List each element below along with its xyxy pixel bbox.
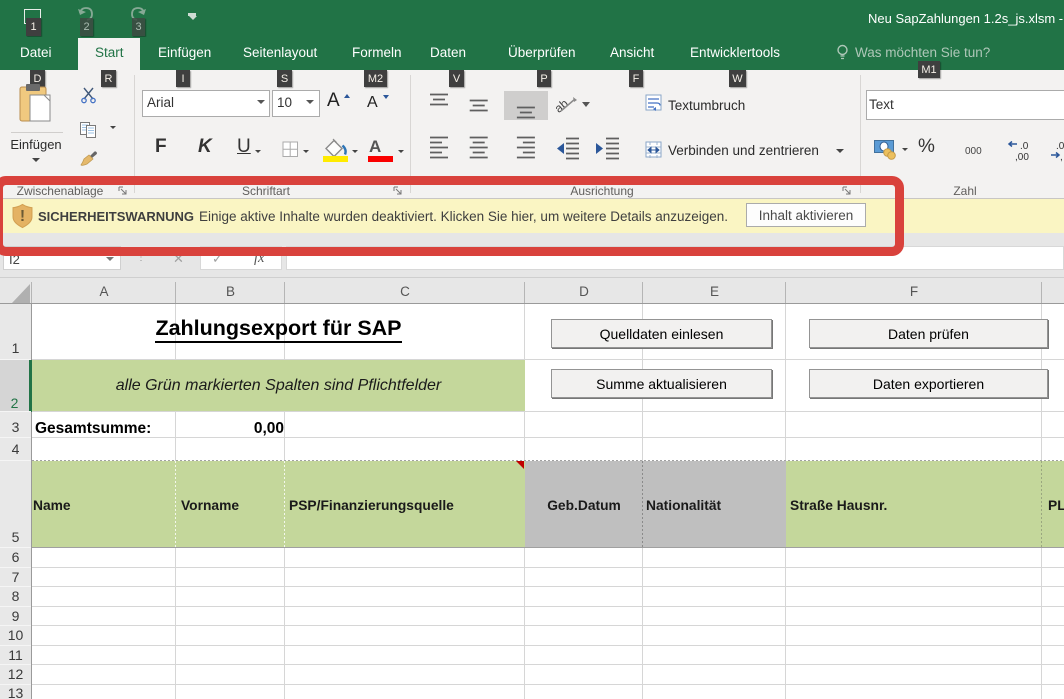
svg-text:.0: .0 [1020, 141, 1029, 152]
svg-text:,: , [1060, 152, 1063, 163]
svg-text:.0: .0 [1056, 141, 1064, 152]
svg-text:ab: ab [552, 96, 571, 116]
svg-text:,00: ,00 [1015, 152, 1029, 163]
